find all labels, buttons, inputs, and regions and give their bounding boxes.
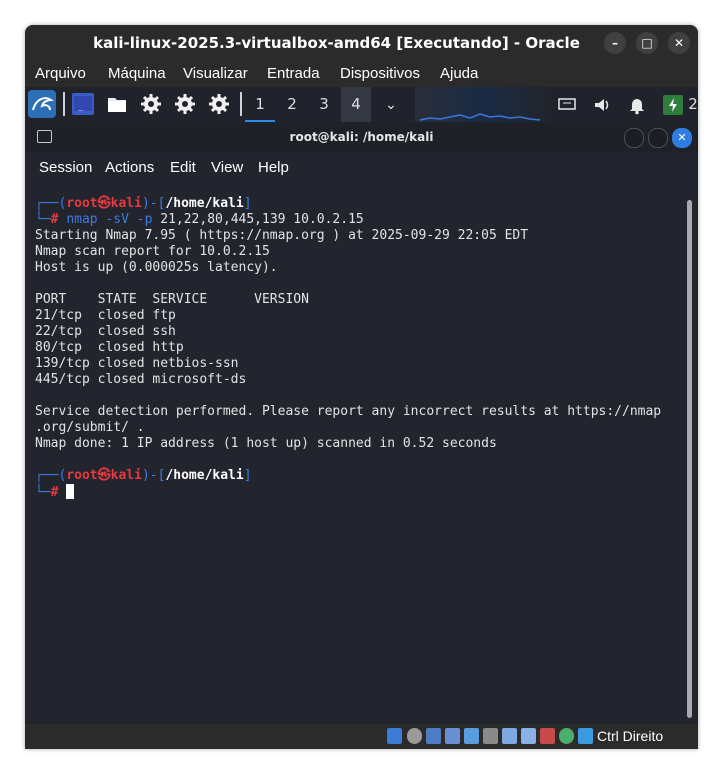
menu-arquivo[interactable]: Arquivo	[35, 61, 86, 87]
window-titlebar[interactable]: kali-linux-2025.3-virtualbox-amd64 [Exec…	[25, 25, 698, 88]
prompt-line: ┌──(root㉿kali)-[/home/kali]	[35, 196, 252, 211]
text-cursor	[66, 484, 75, 499]
network-icon[interactable]	[557, 95, 577, 115]
menu-help[interactable]: Help	[258, 152, 289, 184]
kali-menu-icon[interactable]	[28, 90, 56, 118]
panel-separator	[240, 92, 242, 116]
clipped-panel-text: 2	[688, 95, 698, 113]
vbox-statusbar: Ctrl Direito	[25, 724, 698, 749]
output-line: Starting Nmap 7.95 ( https://nmap.org ) …	[35, 228, 529, 243]
menu-edit[interactable]: Edit	[170, 152, 196, 184]
window-title: kali-linux-2025.3-virtualbox-amd64 [Exec…	[93, 34, 580, 88]
terminal-menubar: Session Actions Edit View Help	[25, 152, 698, 184]
display-icon[interactable]	[502, 728, 517, 744]
output-line: 445/tcp closed microsoft-ds	[35, 372, 247, 387]
keyboard-icon[interactable]	[578, 728, 593, 744]
output-line: Nmap done: 1 IP address (1 host up) scan…	[35, 436, 497, 451]
output-line: 139/tcp closed netbios-ssn	[35, 356, 239, 371]
network-icon[interactable]	[445, 728, 460, 744]
mouse-integration-icon[interactable]	[559, 728, 574, 744]
terminal-maximize-button[interactable]	[648, 128, 668, 148]
file-manager-icon[interactable]	[106, 93, 128, 115]
workspace-4[interactable]: 4	[341, 87, 371, 122]
terminal-title: root@kali: /home/kali	[289, 130, 434, 144]
cpu-graph	[415, 87, 545, 122]
output-line: .org/submit/ .	[35, 420, 145, 435]
battery-icon[interactable]	[663, 95, 683, 115]
command-line: └─# nmap -sV -p 21,22,80,445,139 10.0.2.…	[35, 212, 364, 227]
terminal-output[interactable]: ┌──(root㉿kali)-[/home/kali] └─# nmap -sV…	[35, 196, 690, 696]
output-line: PORT STATE SERVICE VERSION	[35, 292, 309, 307]
output-line: 80/tcp closed http	[35, 340, 184, 355]
terminal-minimize-button[interactable]	[624, 128, 644, 148]
settings-icon[interactable]	[140, 93, 162, 115]
menu-dispositivos[interactable]: Dispositivos	[340, 61, 420, 87]
virtualbox-window: kali-linux-2025.3-virtualbox-amd64 [Exec…	[25, 25, 698, 749]
recording-icon[interactable]	[521, 728, 536, 744]
chevron-down-icon[interactable]: ⌄	[381, 95, 401, 115]
cpu-icon[interactable]	[540, 728, 555, 744]
vbox-menubar: Arquivo Máquina Visualizar Entrada Dispo…	[25, 61, 698, 87]
volume-icon[interactable]	[592, 95, 612, 115]
settings-icon[interactable]	[174, 93, 196, 115]
kali-top-panel: _ 1 2 3 4 ⌄ 2	[25, 87, 698, 122]
host-key-label: Ctrl Direito	[597, 728, 664, 744]
svg-text:_: _	[78, 102, 84, 112]
optical-disk-icon[interactable]	[407, 728, 422, 744]
input-line[interactable]: └─#	[35, 484, 75, 500]
terminal-titlebar[interactable]: root@kali: /home/kali ✕	[25, 122, 698, 152]
terminal-icon[interactable]: _	[72, 93, 94, 115]
workspace-2[interactable]: 2	[277, 87, 307, 122]
notification-icon[interactable]	[627, 95, 647, 115]
minimize-button[interactable]: –	[604, 32, 626, 54]
maximize-button[interactable]: □	[636, 32, 658, 54]
output-line: 21/tcp closed ftp	[35, 308, 176, 323]
workspace-1[interactable]: 1	[245, 87, 275, 122]
workspace-3[interactable]: 3	[309, 87, 339, 122]
prompt-line: ┌──(root㉿kali)-[/home/kali]	[35, 468, 252, 483]
settings-icon[interactable]	[208, 93, 230, 115]
menu-entrada[interactable]: Entrada	[267, 61, 320, 87]
hard-disk-icon[interactable]	[387, 728, 402, 744]
menu-maquina[interactable]: Máquina	[108, 61, 166, 87]
close-button[interactable]: ✕	[668, 32, 690, 54]
terminal-close-button[interactable]: ✕	[672, 128, 692, 148]
menu-session[interactable]: Session	[39, 152, 92, 184]
output-line: 22/tcp closed ssh	[35, 324, 176, 339]
panel-separator	[63, 92, 65, 116]
output-line: Host is up (0.000025s latency).	[35, 260, 278, 275]
shared-folder-icon[interactable]	[483, 728, 498, 744]
menu-actions[interactable]: Actions	[105, 152, 154, 184]
output-line: Nmap scan report for 10.0.2.15	[35, 244, 270, 259]
menu-view[interactable]: View	[211, 152, 243, 184]
menu-ajuda[interactable]: Ajuda	[440, 61, 478, 87]
audio-icon[interactable]	[426, 728, 441, 744]
output-line: Service detection performed. Please repo…	[35, 404, 662, 419]
usb-icon[interactable]	[464, 728, 479, 744]
menu-visualizar[interactable]: Visualizar	[183, 61, 248, 87]
